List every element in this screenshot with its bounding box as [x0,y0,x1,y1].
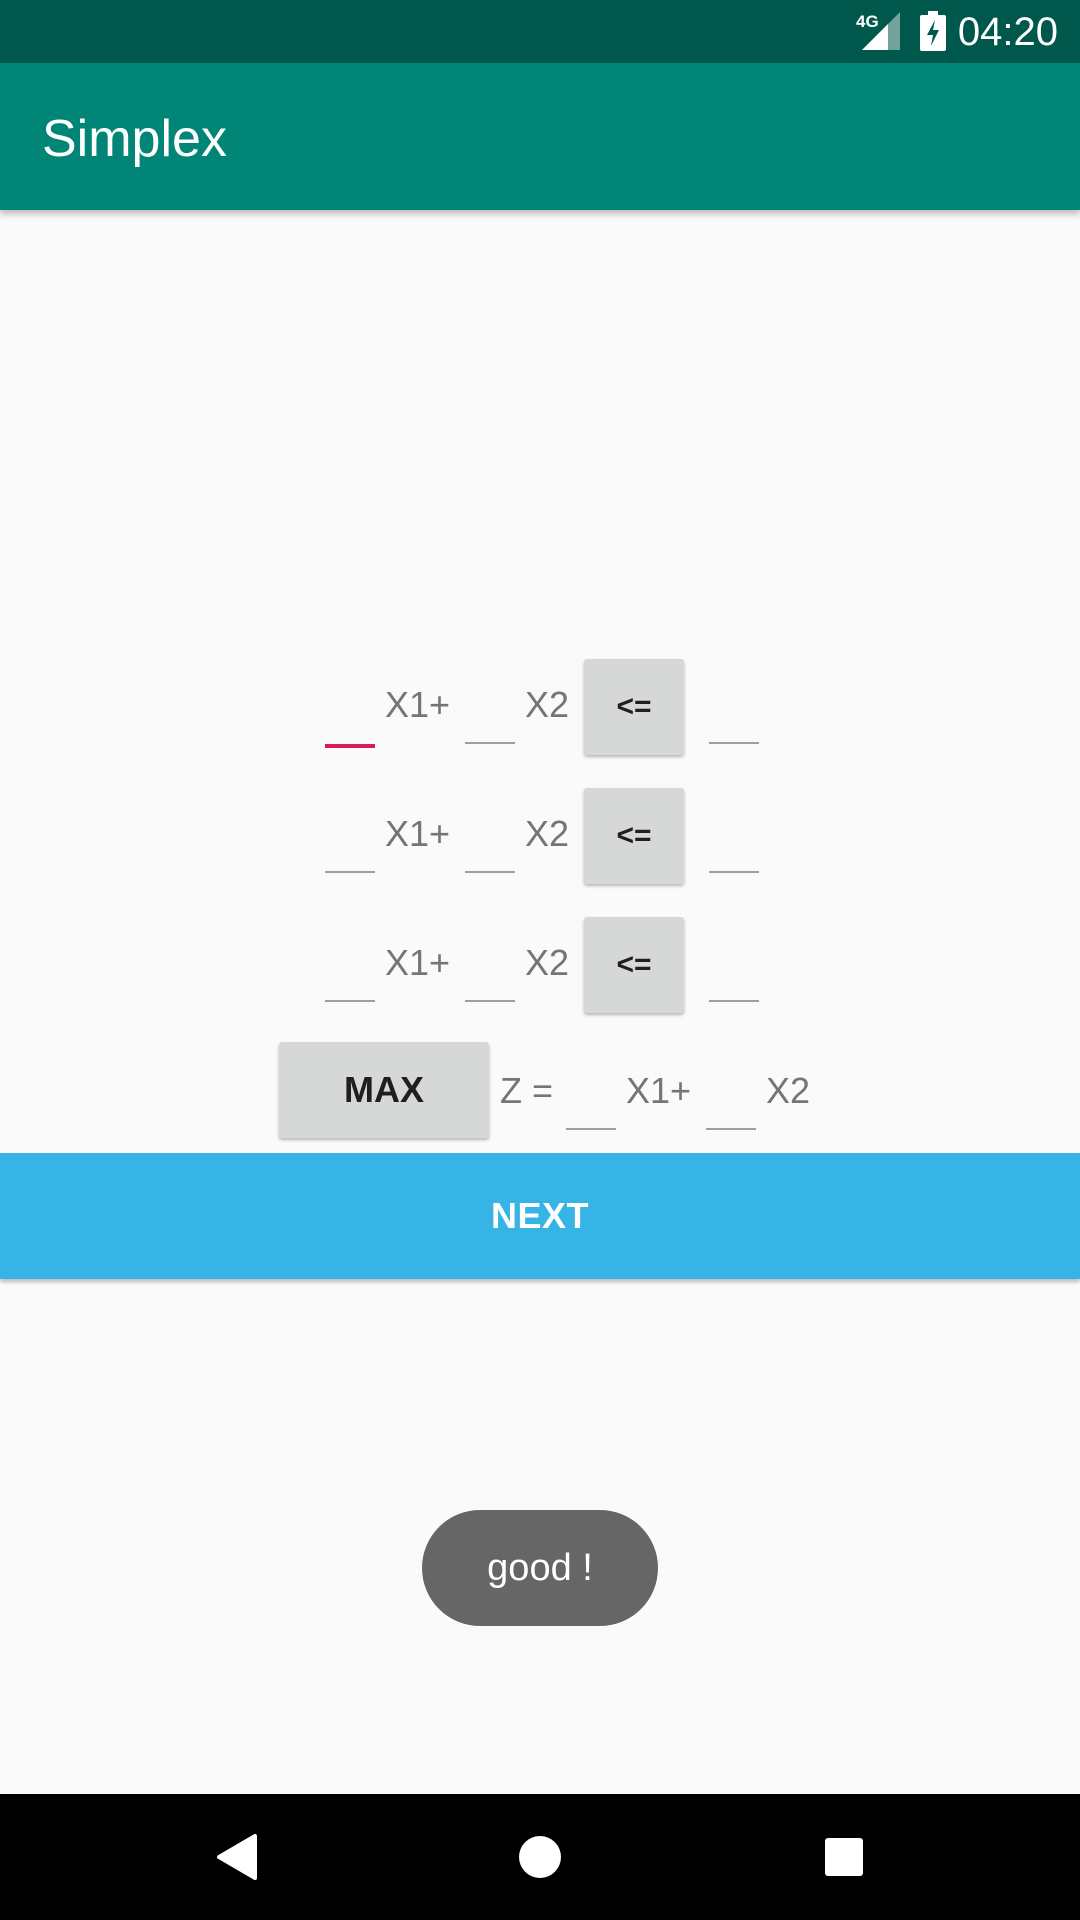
constraint-3-x1-coefficient-input[interactable] [325,944,375,1004]
battery-charging-icon [920,11,946,51]
home-icon[interactable] [505,1822,575,1892]
constraint-3-x2-label: X2 [525,942,570,983]
constraint-3-x2-coefficient-input[interactable] [465,944,515,1004]
status-time: 04:20 [957,10,1058,54]
constraint-2-x2-coefficient-input[interactable] [465,815,515,875]
toast-message: good ! [422,1510,658,1626]
objective-x1-label: X1+ [626,1070,692,1111]
constraint-1-x1-coefficient-input[interactable] [325,686,375,748]
next-button[interactable]: NEXT [0,1153,1080,1279]
objective-x2-label: X2 [766,1070,811,1111]
input-underline [709,742,759,744]
input-underline [325,871,375,873]
objective-x2-coefficient-input[interactable] [706,1072,756,1132]
objective-x1-coefficient-input[interactable] [566,1072,616,1132]
objective-mode-button[interactable]: MAX [279,1042,489,1138]
input-underline [709,1000,759,1002]
constraint-2-operator-button[interactable]: <= [584,788,684,884]
back-icon[interactable] [201,1822,271,1892]
constraint-1-rhs-input[interactable] [709,686,759,746]
input-underline [709,871,759,873]
input-underline [465,871,515,873]
constraint-3-rhs-input[interactable] [709,944,759,1004]
constraint-2-x1-label: X1+ [385,813,451,854]
screen: 4G 04:20 Simplex X1+ X2 <= X1+ X2 <= X1+… [0,0,1080,1920]
constraint-1-x2-label: X2 [525,684,570,725]
input-underline [706,1128,756,1130]
constraint-1-x1-label: X1+ [385,684,451,725]
objective-z-label: Z = [500,1070,554,1111]
constraint-1-operator-button[interactable]: <= [584,659,684,755]
constraint-2-x2-label: X2 [525,813,570,854]
input-underline [465,1000,515,1002]
input-underline [325,1000,375,1002]
app-title: Simplex [42,110,227,168]
constraint-3-operator-button[interactable]: <= [584,917,684,1013]
status-bar: 4G 04:20 [0,0,1080,63]
input-underline [465,742,515,744]
constraint-1-x2-coefficient-input[interactable] [465,686,515,746]
app-bar: Simplex [0,63,1080,210]
recents-icon[interactable] [809,1822,879,1892]
navigation-bar [0,1794,1080,1920]
constraint-2-x1-coefficient-input[interactable] [325,815,375,875]
signal-icon [862,12,900,50]
constraint-2-rhs-input[interactable] [709,815,759,875]
input-underline [325,744,375,748]
constraint-3-x1-label: X1+ [385,942,451,983]
input-underline [566,1128,616,1130]
